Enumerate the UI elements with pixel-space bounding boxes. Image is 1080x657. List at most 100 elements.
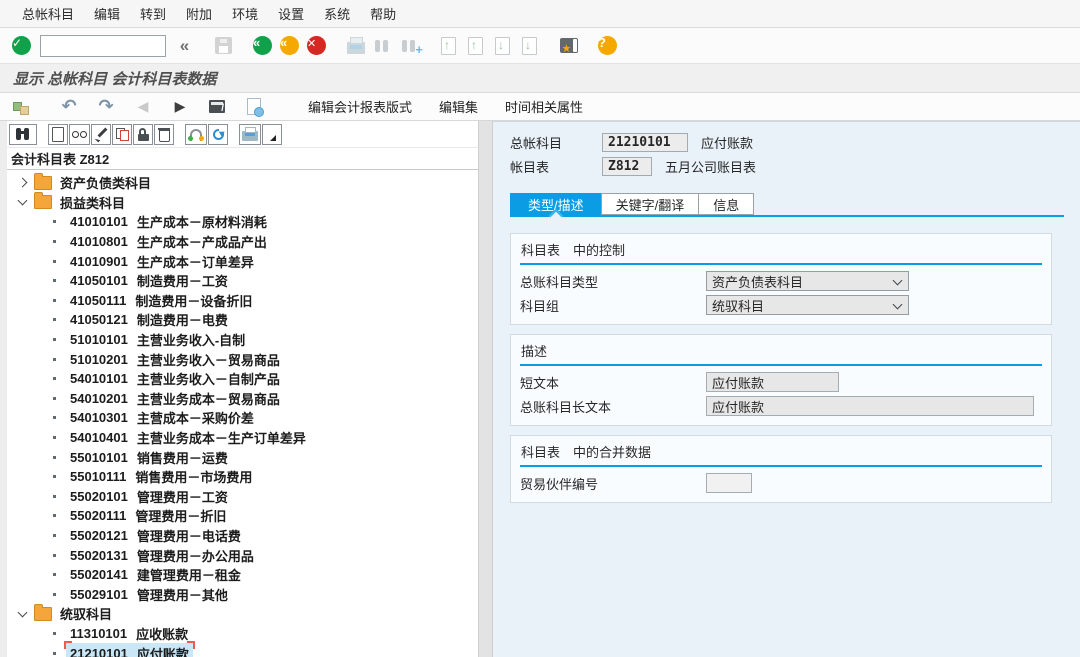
edit-set-button[interactable]: 编辑集 xyxy=(439,97,478,116)
menu-item[interactable]: 系统 xyxy=(314,0,360,27)
tree-leaf-node[interactable]: 41010101生产成本－原材料消耗 xyxy=(7,212,478,232)
tree-leaf-text[interactable]: 41010801生产成本－产成品产出 xyxy=(66,231,271,252)
next-object-button[interactable] xyxy=(169,96,191,118)
tree-leaf-node[interactable]: 55029101管理费用－其他 xyxy=(7,584,478,604)
tree-leaf-text[interactable]: 41010101生产成本－原材料消耗 xyxy=(66,211,271,232)
dropdown-field[interactable]: 统驭科目 xyxy=(706,295,909,315)
print-menu-button[interactable] xyxy=(262,124,282,145)
refresh-button[interactable] xyxy=(208,124,228,145)
tree-leaf-node[interactable]: 55010111销售费用－市场费用 xyxy=(7,467,478,487)
tree-leaf-text[interactable]: 55020131管理费用－办公用品 xyxy=(66,545,258,566)
tree-leaf-node[interactable]: 21210101应付账款 xyxy=(7,643,478,657)
tree-leaf-node[interactable]: 41050121制造费用－电费 xyxy=(7,310,478,330)
tree-leaf-text[interactable]: 55020121管理费用－电话费 xyxy=(66,525,245,546)
next-page-button[interactable] xyxy=(490,33,515,58)
tree-leaf-text[interactable]: 51010101主营业务收入-自制 xyxy=(66,329,249,350)
block-button[interactable] xyxy=(133,124,153,145)
tree-folder-node[interactable]: 损益类科目 xyxy=(7,193,478,213)
tab-keyword-translation[interactable]: 关键字/翻译 xyxy=(601,193,699,215)
assign-button[interactable] xyxy=(185,124,207,145)
previous-page-button[interactable] xyxy=(463,33,488,58)
delete-button[interactable] xyxy=(154,124,174,145)
tree-leaf-text[interactable]: 55029101管理费用－其他 xyxy=(66,584,232,605)
tree-leaf-text[interactable]: 55010111销售费用－市场费用 xyxy=(66,466,256,487)
tree-leaf-text[interactable]: 41050121制造费用－电费 xyxy=(66,309,232,330)
tree-leaf-text[interactable]: 54010301主营成本－采购价差 xyxy=(66,407,258,428)
undo-button[interactable] xyxy=(58,96,80,118)
menu-item[interactable]: 设置 xyxy=(268,0,314,27)
report-button[interactable] xyxy=(243,96,265,118)
menu-item[interactable]: 附加 xyxy=(176,0,222,27)
tree-leaf-node[interactable]: 55020111管理费用－折旧 xyxy=(7,506,478,526)
tree-leaf-node[interactable]: 41050101制造费用－工资 xyxy=(7,271,478,291)
time-dependent-attributes-button[interactable]: 时间相关属性 xyxy=(505,97,583,116)
tree-leaf-node[interactable]: 41050111制造费用－设备折旧 xyxy=(7,291,478,311)
tree-leaf-text[interactable]: 55020141建管理费用－租金 xyxy=(66,564,245,585)
tree-leaf-text[interactable]: 41010901生产成本－订单差异 xyxy=(66,251,258,272)
tree-leaf-text[interactable]: 41050111制造费用－设备折旧 xyxy=(66,290,256,311)
create-button[interactable] xyxy=(48,124,68,145)
panel-splitter[interactable] xyxy=(478,121,493,657)
tree-leaf-node[interactable]: 55020131管理费用－办公用品 xyxy=(7,545,478,565)
copy-button[interactable] xyxy=(112,124,132,145)
exit-button[interactable] xyxy=(277,33,302,58)
back-button[interactable] xyxy=(250,33,275,58)
menu-item[interactable]: 环境 xyxy=(222,0,268,27)
collapse-toolbar-button[interactable] xyxy=(172,33,197,58)
change-button[interactable] xyxy=(91,124,111,145)
display-button[interactable] xyxy=(69,124,90,145)
new-session-button[interactable] xyxy=(556,33,581,58)
last-page-button[interactable] xyxy=(517,33,542,58)
tree-leaf-text[interactable]: 54010401主营业务成本－生产订单差异 xyxy=(66,427,310,448)
tree-leaf-node[interactable]: 41010801生产成本－产成品产出 xyxy=(7,232,478,252)
cancel-button[interactable] xyxy=(304,33,329,58)
tree-leaf-node[interactable]: 55020101管理费用－工资 xyxy=(7,487,478,507)
field-value-box[interactable]: 21210101 xyxy=(602,133,688,152)
tree-leaf-node[interactable]: 55010101销售费用－运费 xyxy=(7,447,478,467)
tree-folder-node[interactable]: 统驭科目 xyxy=(7,604,478,624)
command-input[interactable] xyxy=(40,35,166,57)
tree-leaf-node[interactable]: 51010201主营业务收入－贸易商品 xyxy=(7,349,478,369)
tree-leaf-text[interactable]: 21210101应付账款 xyxy=(66,643,193,657)
menu-item[interactable]: 转到 xyxy=(130,0,176,27)
edit-statement-layout-button[interactable]: 编辑会计报表版式 xyxy=(308,97,412,116)
worklist-button[interactable] xyxy=(206,96,228,118)
tree-leaf-node[interactable]: 54010401主营业务成本－生产订单差异 xyxy=(7,428,478,448)
tree-leaf-node[interactable]: 54010101主营业务收入－自制产品 xyxy=(7,369,478,389)
tree-leaf-text[interactable]: 54010101主营业务收入－自制产品 xyxy=(66,368,284,389)
tree-leaf-text[interactable]: 51010201主营业务收入－贸易商品 xyxy=(66,349,284,370)
menu-item[interactable]: 帮助 xyxy=(360,0,406,27)
help-button[interactable] xyxy=(595,33,620,58)
tab-information[interactable]: 信息 xyxy=(698,193,754,215)
tree-leaf-node[interactable]: 55020141建管理费用－租金 xyxy=(7,565,478,585)
first-page-button[interactable] xyxy=(436,33,461,58)
redo-button[interactable] xyxy=(95,96,117,118)
tree-leaf-text[interactable]: 55010101销售费用－运费 xyxy=(66,447,232,468)
chevron-down-icon[interactable] xyxy=(18,607,28,617)
tree-find-button[interactable] xyxy=(9,124,37,145)
field-value-box[interactable]: Z812 xyxy=(602,157,652,176)
tree-leaf-node[interactable]: 41010901生产成本－订单差异 xyxy=(7,251,478,271)
tree-folder-node[interactable]: 资产负债类科目 xyxy=(7,173,478,193)
accounts-overview-button[interactable] xyxy=(10,96,32,118)
text-field[interactable]: 应付账款 xyxy=(706,372,839,392)
tree-leaf-node[interactable]: 55020121管理费用－电话费 xyxy=(7,526,478,546)
tree-leaf-text[interactable]: 55020111管理费用－折旧 xyxy=(66,505,230,526)
menu-item[interactable]: 总帐科目 xyxy=(12,0,84,27)
chevron-down-icon[interactable] xyxy=(18,196,28,206)
tree-leaf-text[interactable]: 55020101管理费用－工资 xyxy=(66,486,232,507)
tree-leaf-text[interactable]: 11310101应收账款 xyxy=(66,623,192,644)
tab-type-description[interactable]: 类型/描述 xyxy=(510,193,601,215)
text-field[interactable]: 应付账款 xyxy=(706,396,1034,416)
tree-leaf-node[interactable]: 54010301主营成本－采购价差 xyxy=(7,408,478,428)
menu-item[interactable]: 编辑 xyxy=(84,0,130,27)
tree-leaf-node[interactable]: 11310101应收账款 xyxy=(7,624,478,644)
tree-print-button[interactable] xyxy=(239,124,261,145)
tree-leaf-text[interactable]: 41050101制造费用－工资 xyxy=(66,270,232,291)
tree-leaf-node[interactable]: 51010101主营业务收入-自制 xyxy=(7,330,478,350)
chevron-right-icon[interactable] xyxy=(18,178,28,188)
tree-leaf-node[interactable]: 54010201主营业务成本－贸易商品 xyxy=(7,389,478,409)
text-field[interactable] xyxy=(706,473,752,493)
dropdown-field[interactable]: 资产负债表科目 xyxy=(706,271,909,291)
tree-leaf-text[interactable]: 54010201主营业务成本－贸易商品 xyxy=(66,388,284,409)
